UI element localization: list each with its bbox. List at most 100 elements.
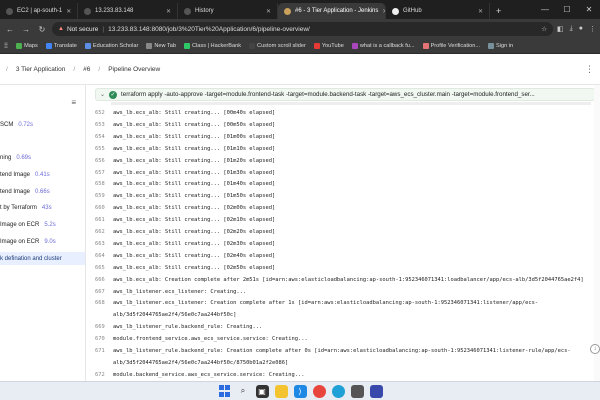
- bookmark-item[interactable]: YouTube: [313, 43, 344, 49]
- line-number[interactable]: 658: [95, 181, 113, 187]
- stage-item[interactable]: tend Image 0.66s: [0, 185, 85, 198]
- bookmark-item[interactable]: New Tab: [146, 43, 176, 49]
- close-icon[interactable]: ✕: [166, 8, 171, 15]
- close-icon[interactable]: ✕: [478, 8, 483, 15]
- stage-item[interactable]: SCM 0.72s: [0, 118, 85, 131]
- browser-tab[interactable]: GitHub ✕: [386, 3, 490, 19]
- bookmark-item[interactable]: Class | HackerBank: [184, 43, 241, 49]
- line-number[interactable]: 656: [95, 158, 113, 164]
- store-icon[interactable]: [350, 384, 364, 398]
- log-line: 657 aws_lb.ecs_alb: Still creating... [01…: [95, 170, 600, 176]
- url-field[interactable]: ▲ Not secure | 13.233.83.148:8080/job/3%2…: [52, 22, 554, 36]
- log-line: 661 aws_lb.ecs_alb: Still creating... [02…: [95, 217, 600, 223]
- log-text: aws_lb.ecs_alb: Still creating... [02m20…: [113, 229, 276, 235]
- line-number[interactable]: 670: [95, 336, 113, 342]
- breadcrumb-page[interactable]: Pipeline Overview: [108, 66, 160, 73]
- scholar-icon: [84, 43, 91, 49]
- log-line: 672 module.backend_service.aws_ecs_servic…: [95, 372, 600, 378]
- bookmark-item[interactable]: what is a callback fu...: [351, 43, 415, 49]
- windows-start-icon[interactable]: [218, 385, 231, 398]
- log-text: aws_lb.ecs_alb: Still creating... [00m40…: [113, 110, 276, 116]
- breadcrumb-build[interactable]: #6: [83, 66, 90, 73]
- bookmark-item[interactable]: Education Scholar: [84, 43, 138, 49]
- back-icon[interactable]: ←: [4, 25, 16, 34]
- browser-tab[interactable]: 13.233.83.148 ✕: [78, 3, 178, 19]
- file-explorer-icon[interactable]: [274, 384, 288, 398]
- line-number[interactable]: 654: [95, 134, 113, 140]
- step-header[interactable]: ⌄ ✓ terraform apply -auto-approve -targe…: [95, 88, 595, 101]
- vscode-icon[interactable]: ⟩: [293, 384, 307, 398]
- log-line: 664 aws_lb.ecs_alb: Still creating... [02…: [95, 253, 600, 259]
- star-icon[interactable]: ☆: [541, 25, 547, 33]
- line-number[interactable]: 655: [95, 146, 113, 152]
- new-tab-button[interactable]: +: [490, 3, 507, 19]
- tab-label: GitHub: [403, 8, 422, 14]
- stage-item-active[interactable]: k defination and cluster: [0, 252, 85, 265]
- line-number[interactable]: 662: [95, 229, 113, 235]
- log-line: 666 aws_lb.ecs_alb: Creation complete aft…: [95, 277, 600, 283]
- log-text: aws_lb_listener_rule.backend_rule: Creat…: [113, 348, 571, 354]
- chrome-icon[interactable]: [312, 384, 326, 398]
- log-text: aws_lb.ecs_alb: Still creating... [02m10…: [113, 217, 276, 224]
- line-number[interactable]: 665: [95, 265, 113, 271]
- stage-item[interactable]: t by Terraform 43s: [0, 201, 85, 214]
- line-number[interactable]: 660: [95, 205, 113, 211]
- line-number[interactable]: 657: [95, 170, 113, 176]
- profile-icon[interactable]: ●: [579, 25, 583, 33]
- menu-icon[interactable]: ⋮: [589, 25, 596, 33]
- line-number[interactable]: 671: [95, 348, 113, 354]
- bookmark-item[interactable]: Sign in: [488, 43, 513, 49]
- browser-tab[interactable]: EC2 | ap-south-1 ✕: [0, 3, 78, 19]
- line-number[interactable]: 661: [95, 217, 113, 223]
- line-number[interactable]: 653: [95, 122, 113, 128]
- task-view-icon[interactable]: ▣: [255, 384, 269, 398]
- close-icon[interactable]: ✕: [66, 8, 71, 15]
- line-number[interactable]: 663: [95, 241, 113, 247]
- stage-item[interactable]: ning 0.69s: [0, 151, 85, 164]
- extensions-icon[interactable]: ◧: [557, 25, 564, 33]
- stage-item[interactable]: tend Image 0.41s: [0, 168, 85, 181]
- breadcrumb-job[interactable]: 3 Tier Application: [16, 66, 66, 73]
- line-number[interactable]: 672: [95, 372, 113, 378]
- maps-icon: [16, 43, 23, 49]
- tab-label: History: [195, 8, 214, 14]
- browser-tab-strip: EC2 | ap-south-1 ✕ 13.233.83.148 ✕ History…: [0, 0, 600, 19]
- log-line: 660 aws_lb.ecs_alb: Still creating... [02…: [95, 205, 600, 211]
- filter-icon[interactable]: ≡: [71, 98, 76, 107]
- log-line: 670 module.frontend_service.aws_ecs_servi…: [95, 336, 600, 342]
- apps-icon[interactable]: ⣿: [4, 43, 8, 49]
- forward-icon[interactable]: →: [20, 25, 32, 34]
- reload-icon[interactable]: ↻: [36, 25, 48, 34]
- bookmark-item[interactable]: Translate: [45, 43, 77, 49]
- line-number[interactable]: 659: [95, 193, 113, 199]
- bookmark-item[interactable]: Profile Verification...: [422, 43, 480, 49]
- log-line: 668 aws_lb_listener.ecs_listener: Creatio…: [95, 300, 600, 306]
- line-number[interactable]: 652: [95, 110, 113, 116]
- maximize-icon[interactable]: ☐: [556, 0, 578, 19]
- close-window-icon[interactable]: ✕: [578, 0, 600, 19]
- edge-icon[interactable]: [331, 384, 345, 398]
- chevron-down-icon[interactable]: ⌄: [100, 91, 105, 98]
- scroll-to-bottom-icon[interactable]: ↓: [590, 344, 600, 354]
- more-options-icon[interactable]: ⋮: [585, 64, 594, 75]
- breadcrumb-separator: /: [6, 65, 8, 73]
- line-number[interactable]: 667: [95, 289, 113, 295]
- bookmark-item[interactable]: Maps: [16, 43, 38, 49]
- line-number[interactable]: 669: [95, 324, 113, 330]
- browser-tab-active[interactable]: #6 - 3 Tier Application - Jenkins✕: [278, 3, 386, 19]
- line-number[interactable]: 666: [95, 277, 113, 283]
- bookmark-item[interactable]: Custom scroll slider: [249, 43, 306, 49]
- stage-item[interactable]: Image on ECR 9.0s: [0, 235, 85, 248]
- search-icon[interactable]: ⌕: [237, 385, 250, 398]
- minimize-icon[interactable]: —: [534, 0, 556, 19]
- stage-item[interactable]: Image on ECR 5.2s: [0, 218, 85, 231]
- close-icon[interactable]: ✕: [266, 8, 271, 15]
- app-icon[interactable]: [369, 384, 383, 398]
- security-indicator[interactable]: ▲ Not secure: [58, 26, 98, 33]
- download-icon[interactable]: ⤓: [570, 25, 573, 33]
- window-controls: — ☐ ✕: [534, 0, 600, 19]
- line-number[interactable]: 668: [95, 300, 113, 306]
- line-number[interactable]: 664: [95, 253, 113, 259]
- browser-tab[interactable]: History ✕: [178, 3, 278, 19]
- scrollbar[interactable]: [594, 85, 600, 381]
